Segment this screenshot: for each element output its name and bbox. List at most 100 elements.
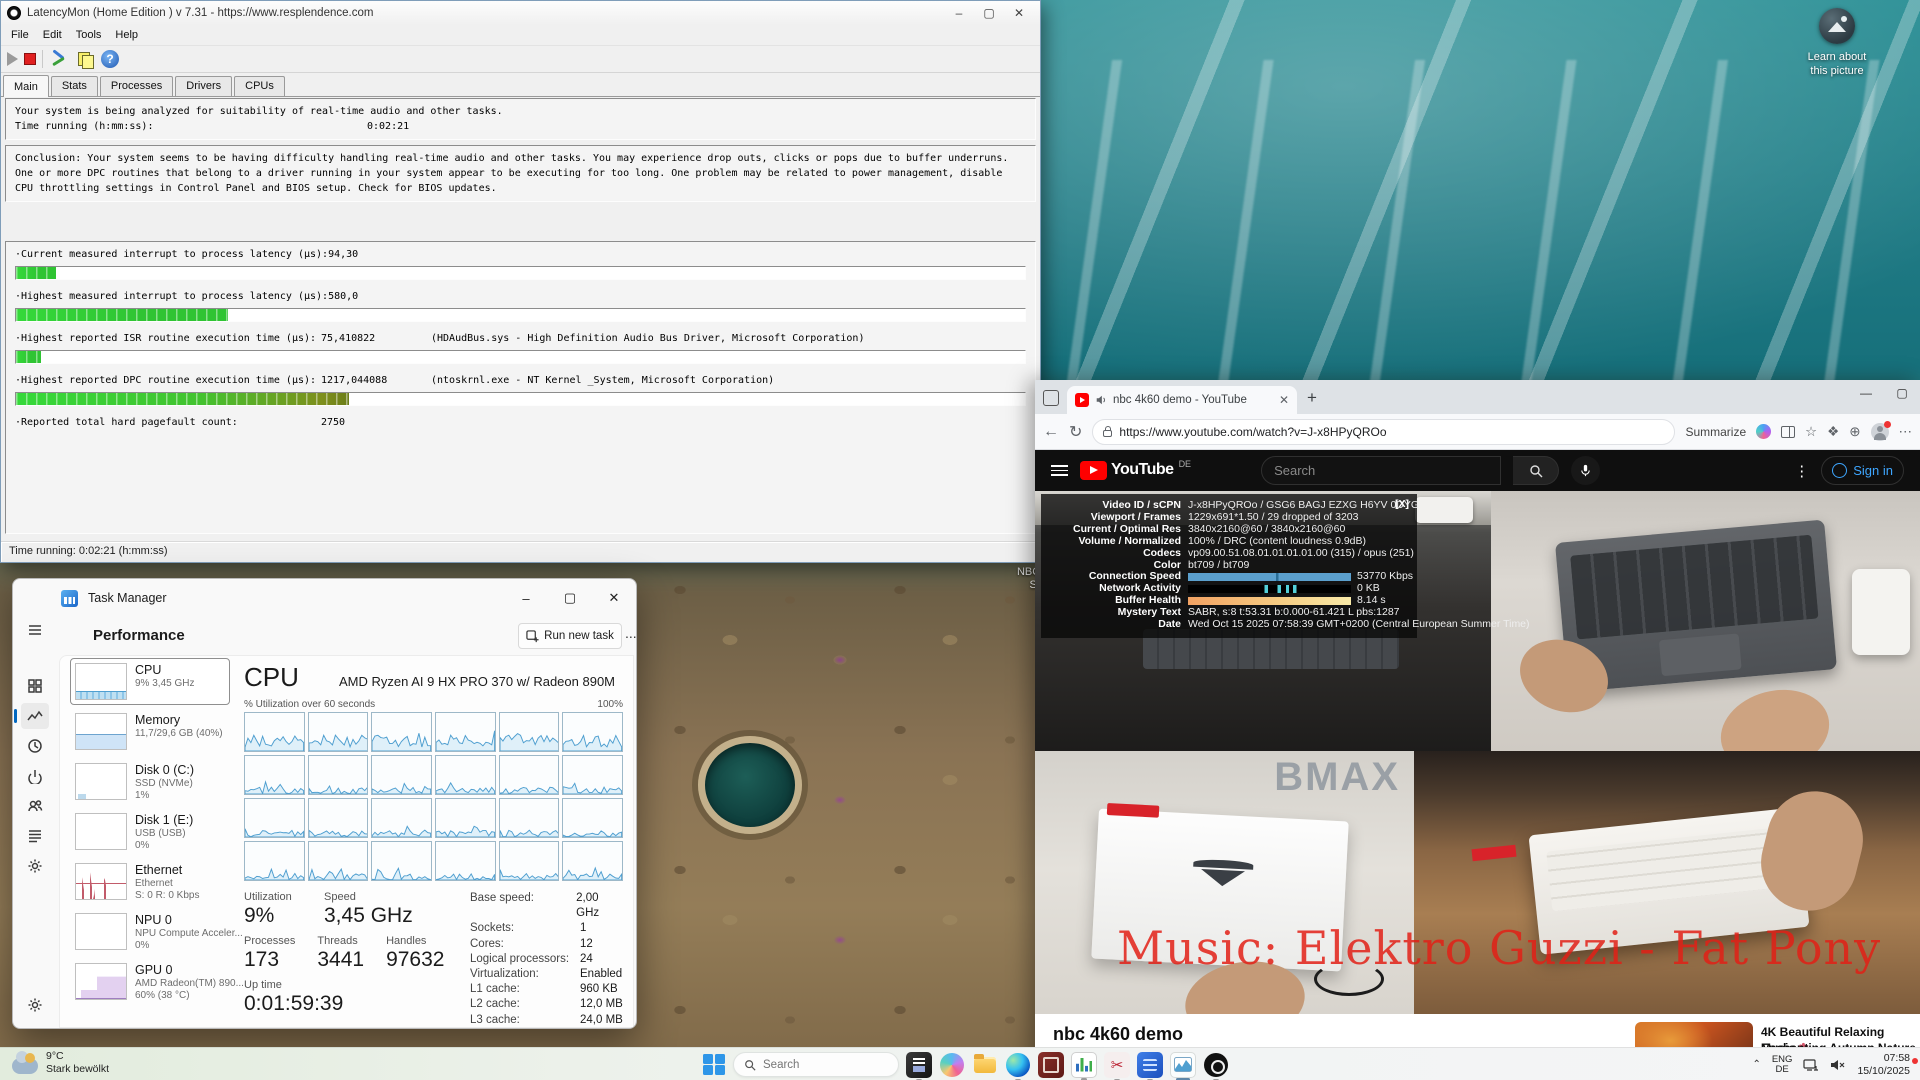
summarize-button[interactable]: Summarize (1685, 425, 1746, 439)
sidebar-item-gpu0[interactable]: GPU 0AMD Radeon(TM) 890...60% (38 °C) (70, 958, 230, 1005)
taskbar-search-box[interactable] (733, 1052, 899, 1077)
tab-actions-icon[interactable] (1043, 390, 1059, 406)
minimize-button[interactable]: — (1848, 380, 1884, 406)
taskbar-app-copilot[interactable] (939, 1052, 965, 1078)
nav-users-icon[interactable] (21, 793, 49, 819)
spotlight-icon[interactable] (1819, 8, 1855, 44)
menu-edit[interactable]: Edit (37, 27, 68, 43)
tab-close-icon[interactable]: ✕ (1279, 393, 1289, 407)
per-core-utilization-grid[interactable] (244, 712, 623, 881)
measurement-value: 94,30 (328, 247, 424, 262)
taskbar-app-latencymon[interactable] (1071, 1052, 1097, 1078)
taskbar-app-blue[interactable] (1137, 1052, 1163, 1078)
nav-performance-icon[interactable] (21, 703, 49, 729)
youtube-menu-icon[interactable] (1051, 465, 1068, 476)
sidebar-item-cpu[interactable]: CPU9% 3,45 GHz (70, 658, 230, 705)
taskbar-app-snipping-tool[interactable]: ✂ (1104, 1052, 1130, 1078)
taskbar-app-store[interactable] (1038, 1052, 1064, 1078)
sidebar-item-npu0[interactable]: NPU 0NPU Compute Acceler...0% (70, 908, 230, 955)
browser-menu-icon[interactable]: ⋯ (1899, 424, 1913, 440)
lock-icon[interactable] (1103, 430, 1112, 437)
youtube-logo[interactable]: YouTube DE (1080, 461, 1191, 480)
youtube-search-box[interactable] (1261, 456, 1501, 485)
youtube-settings-kebab-icon[interactable]: ⋮ (1794, 462, 1809, 480)
nav-app-history-icon[interactable] (21, 733, 49, 759)
close-button[interactable]: ✕ (592, 590, 636, 606)
maximize-button[interactable]: ▢ (974, 3, 1004, 23)
nav-details-icon[interactable] (21, 823, 49, 849)
tab-audio-icon[interactable] (1095, 394, 1107, 406)
spotlight-widget[interactable]: Learn about this picture (1782, 8, 1892, 78)
copilot-icon[interactable] (1756, 424, 1771, 439)
disk0-mini-chart (75, 763, 127, 800)
taskbar-app-edge[interactable] (1005, 1052, 1031, 1078)
minimize-button[interactable]: – (504, 591, 548, 606)
tab-main[interactable]: Main (3, 75, 49, 97)
copy-report-icon[interactable] (75, 50, 95, 68)
profile-avatar[interactable] (1871, 423, 1889, 441)
color-value: bt709 / bt709 (1188, 560, 1249, 571)
voice-search-icon[interactable] (1571, 456, 1600, 485)
taskbar-app-file-explorer[interactable] (972, 1052, 998, 1078)
options-icon[interactable] (49, 50, 69, 68)
youtube-search-button[interactable] (1513, 456, 1559, 485)
tab-stats[interactable]: Stats (51, 76, 98, 96)
language-indicator[interactable]: ENG DE (1772, 1055, 1793, 1075)
back-button[interactable]: ← (1043, 423, 1059, 441)
taskbar-app-notepad[interactable] (906, 1052, 932, 1078)
taskbar-weather-widget[interactable]: 9°C Stark bewölkt (12, 1050, 109, 1076)
help-icon[interactable]: ? (101, 50, 119, 68)
favorites-star-icon[interactable]: ☆ (1805, 424, 1817, 440)
menu-file[interactable]: File (5, 27, 35, 43)
taskbar-search-input[interactable] (763, 1059, 873, 1071)
run-new-task-button[interactable]: Run new task (518, 623, 622, 649)
latencymon-titlebar[interactable]: LatencyMon (Home Edition ) v 7.31 - http… (1, 1, 1040, 25)
nav-processes-icon[interactable] (21, 673, 49, 699)
network-icon[interactable] (1803, 1058, 1819, 1072)
tray-overflow-chevron[interactable]: ⌃ (1752, 1059, 1760, 1070)
stats-for-nerds-overlay[interactable]: [X] Video ID / sCPNJ-x8HPyQROo / GSG6 BA… (1041, 494, 1417, 638)
more-options-button[interactable]: ... (625, 625, 637, 641)
latency-bar (15, 308, 1026, 322)
new-tab-button[interactable]: + (1307, 388, 1317, 408)
url-input[interactable] (1119, 425, 1664, 439)
taskbar-clock[interactable]: 07:58 15/10/2025 (1857, 1052, 1910, 1077)
sidebar-item-disk1[interactable]: Disk 1 (E:)USB (USB)0% (70, 808, 230, 855)
volume-muted-icon[interactable] (1830, 1058, 1846, 1072)
maximize-button[interactable]: ▢ (1884, 380, 1920, 406)
youtube-search-input[interactable] (1274, 463, 1488, 478)
taskbar-app-camera[interactable] (1203, 1052, 1229, 1078)
sidebar-item-memory[interactable]: Memory11,7/29,6 GB (40%) (70, 708, 230, 755)
task-manager-titlebar[interactable]: Task Manager – ▢ ✕ (13, 579, 636, 617)
youtube-masthead: YouTube DE ⋮ Sign in (1035, 450, 1920, 491)
nav-services-icon[interactable] (21, 853, 49, 879)
tab-drivers[interactable]: Drivers (175, 76, 232, 96)
close-button[interactable]: ✕ (1004, 3, 1034, 23)
nav-menu-icon[interactable] (21, 617, 49, 643)
maximize-button[interactable]: ▢ (548, 590, 592, 606)
menu-help[interactable]: Help (109, 27, 144, 43)
tab-processes[interactable]: Processes (100, 76, 173, 96)
sidebar-item-disk0[interactable]: Disk 0 (C:)SSD (NVMe)1% (70, 758, 230, 805)
settings-gear-icon[interactable] (21, 992, 49, 1018)
collections-icon[interactable]: ⊕ (1849, 424, 1860, 440)
stop-monitor-button[interactable] (24, 53, 36, 65)
browser-tab[interactable]: nbc 4k60 demo - YouTube ✕ (1067, 386, 1297, 414)
taskbar-app-task-manager[interactable] (1170, 1052, 1196, 1078)
stats-close-button[interactable]: [X] (1395, 499, 1409, 510)
refresh-button[interactable]: ↻ (1069, 422, 1082, 442)
address-bar[interactable] (1092, 419, 1675, 445)
tab-cpus[interactable]: CPUs (234, 76, 285, 96)
minimize-button[interactable]: – (944, 3, 974, 23)
sign-in-button[interactable]: Sign in (1821, 456, 1904, 485)
date-value: Wed Oct 15 2025 07:58:39 GMT+0200 (Centr… (1188, 619, 1530, 630)
start-button[interactable] (702, 1053, 726, 1077)
extensions-icon[interactable]: ❖ (1827, 424, 1839, 440)
nav-startup-apps-icon[interactable] (21, 763, 49, 789)
measurement-label: ·Current measured interrupt to process l… (15, 247, 328, 262)
menu-tools[interactable]: Tools (70, 27, 108, 43)
sidebar-item-ethernet[interactable]: EthernetEthernetS: 0 R: 0 Kbps (70, 858, 230, 905)
start-monitor-button[interactable] (7, 52, 18, 66)
video-player[interactable]: BMAX Music: Elektro Guzzi - Fat Pony [X]… (1035, 491, 1920, 1014)
split-screen-icon[interactable] (1781, 426, 1795, 438)
